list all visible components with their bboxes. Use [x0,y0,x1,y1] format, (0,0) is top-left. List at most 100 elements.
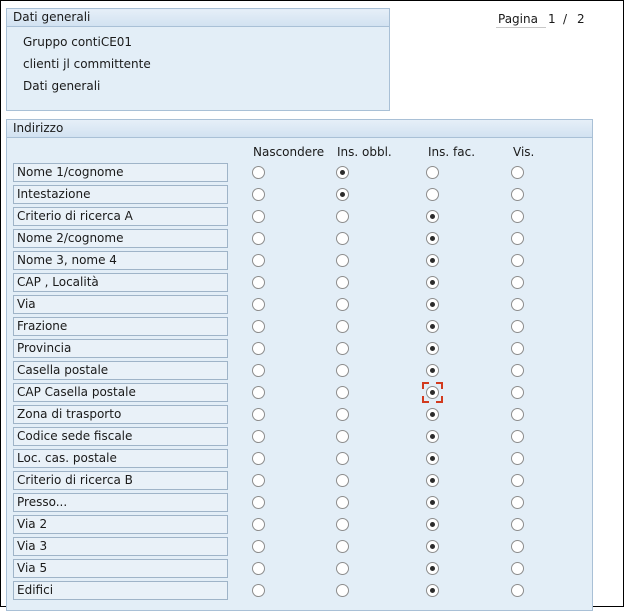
field-label: Nome 3, nome 4 [13,251,228,270]
radio-display[interactable] [511,386,524,399]
radio-optional[interactable] [426,562,439,575]
radio-display[interactable] [511,188,524,201]
field-label: Zona di trasporto [13,405,228,424]
radio-optional[interactable] [426,342,439,355]
radio-required[interactable] [336,584,349,597]
radio-optional[interactable] [426,584,439,597]
radio-optional[interactable] [426,210,439,223]
radio-display[interactable] [511,320,524,333]
radio-required[interactable] [336,518,349,531]
radio-optional[interactable] [426,474,439,487]
radio-hide[interactable] [252,408,265,421]
radio-hide[interactable] [252,232,265,245]
radio-hide[interactable] [252,342,265,355]
radio-optional[interactable] [426,320,439,333]
radio-optional[interactable] [426,540,439,553]
radio-display[interactable] [511,408,524,421]
field-label: Via 5 [13,559,228,578]
radio-display[interactable] [511,430,524,443]
column-header-display: Vis. [513,145,535,159]
radio-display[interactable] [511,562,524,575]
radio-optional[interactable] [426,166,439,179]
pager-current: 1 [548,12,556,26]
field-label: Frazione [13,317,228,336]
radio-optional[interactable] [426,298,439,311]
radio-display[interactable] [511,584,524,597]
radio-display[interactable] [511,342,524,355]
radio-optional[interactable] [426,254,439,267]
radio-required[interactable] [336,254,349,267]
radio-hide[interactable] [252,254,265,267]
field-row: Presso... [0,493,624,515]
radio-optional[interactable] [426,276,439,289]
focus-indicator [422,382,443,403]
radio-optional[interactable] [426,232,439,245]
field-label: Nome 1/cognome [13,163,228,182]
field-label: Criterio di ricerca A [13,207,228,226]
radio-hide[interactable] [252,320,265,333]
radio-required[interactable] [336,298,349,311]
field-label: Edifici [13,581,228,600]
field-label: CAP , Località [13,273,228,292]
radio-hide[interactable] [252,276,265,289]
radio-optional[interactable] [426,496,439,509]
radio-display[interactable] [511,518,524,531]
radio-required[interactable] [336,232,349,245]
radio-required[interactable] [336,364,349,377]
radio-optional[interactable] [426,408,439,421]
radio-required[interactable] [336,210,349,223]
field-label: Criterio di ricerca B [13,471,228,490]
radio-required[interactable] [336,408,349,421]
radio-hide[interactable] [252,452,265,465]
radio-optional[interactable] [426,452,439,465]
radio-required[interactable] [336,276,349,289]
field-row: Criterio di ricerca B [0,471,624,493]
radio-optional[interactable] [426,430,439,443]
radio-display[interactable] [511,254,524,267]
radio-hide[interactable] [252,474,265,487]
radio-optional[interactable] [426,518,439,531]
radio-optional[interactable] [426,364,439,377]
radio-display[interactable] [511,540,524,553]
customer-type-line: clienti jl committente [23,57,151,71]
radio-display[interactable] [511,276,524,289]
radio-required[interactable] [336,188,349,201]
radio-display[interactable] [511,474,524,487]
radio-display[interactable] [511,166,524,179]
radio-hide[interactable] [252,430,265,443]
radio-required[interactable] [336,562,349,575]
field-row: Via 5 [0,559,624,581]
radio-hide[interactable] [252,364,265,377]
radio-hide[interactable] [252,496,265,509]
radio-hide[interactable] [252,584,265,597]
radio-hide[interactable] [252,166,265,179]
radio-required[interactable] [336,166,349,179]
radio-hide[interactable] [252,210,265,223]
radio-required[interactable] [336,320,349,333]
field-row: Via 3 [0,537,624,559]
radio-display[interactable] [511,496,524,509]
radio-required[interactable] [336,430,349,443]
radio-optional[interactable] [426,188,439,201]
radio-display[interactable] [511,364,524,377]
radio-display[interactable] [511,298,524,311]
radio-required[interactable] [336,540,349,553]
radio-hide[interactable] [252,518,265,531]
radio-required[interactable] [336,342,349,355]
radio-hide[interactable] [252,298,265,311]
radio-hide[interactable] [252,386,265,399]
field-row: Nome 1/cognome [0,163,624,185]
radio-required[interactable] [336,496,349,509]
radio-hide[interactable] [252,540,265,553]
general-data-title: Dati generali [7,9,389,27]
radio-display[interactable] [511,232,524,245]
general-data-group: Dati generali Gruppo contiCE01 clienti j… [6,8,390,111]
radio-display[interactable] [511,210,524,223]
radio-required[interactable] [336,474,349,487]
radio-display[interactable] [511,452,524,465]
radio-hide[interactable] [252,562,265,575]
radio-required[interactable] [336,452,349,465]
column-header-hide: Nascondere [253,145,325,159]
radio-hide[interactable] [252,188,265,201]
radio-required[interactable] [336,386,349,399]
